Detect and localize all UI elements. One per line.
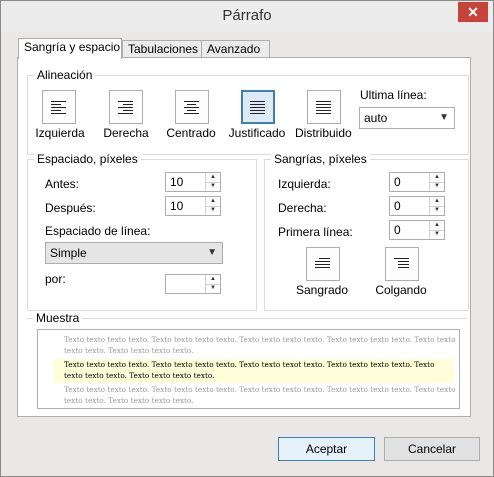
sample-text-before: Texto texto texto texto. Texto texto tex… xyxy=(64,335,456,355)
first-line-label: Primera línea: xyxy=(278,225,353,239)
spin-down-icon[interactable]: ▼ xyxy=(206,206,220,215)
first-line-indent-button[interactable] xyxy=(306,247,340,281)
align-left-button[interactable] xyxy=(42,90,76,124)
align-justify-icon xyxy=(250,101,265,116)
spin-down-icon[interactable]: ▼ xyxy=(206,182,220,191)
spin-down-icon[interactable]: ▼ xyxy=(430,230,444,239)
align-justify-label[interactable]: Justificado xyxy=(228,126,286,140)
spin-down-icon[interactable]: ▼ xyxy=(206,284,220,293)
after-label: Después: xyxy=(45,201,96,215)
align-left-label[interactable]: Izquierda xyxy=(34,126,86,140)
by-label: por: xyxy=(45,272,66,286)
align-center-label[interactable]: Centrado xyxy=(166,126,216,140)
first-line-value: 0 xyxy=(394,223,401,237)
by-spinner[interactable]: ▲ ▼ xyxy=(165,274,221,294)
spacing-group-title: Espaciado, píxeles xyxy=(34,152,141,166)
sample-preview: Texto texto texto texto. Texto texto tex… xyxy=(37,329,460,409)
tab-avanzado[interactable]: Avanzado xyxy=(201,40,270,58)
sample-text-after: Texto texto texto texto. Texto texto tex… xyxy=(64,385,456,405)
indent-left-spinner[interactable]: 0 ▲ ▼ xyxy=(389,172,445,192)
indent-right-label: Derecha: xyxy=(278,201,327,215)
first-line-spinner[interactable]: 0 ▲ ▼ xyxy=(389,220,445,240)
title-bar: Párrafo ✕ xyxy=(1,1,493,32)
spacing-group: Espaciado, píxeles Antes: 10 ▲ ▼ Después:… xyxy=(27,152,257,311)
first-line-indent-label[interactable]: Sangrado xyxy=(295,283,349,297)
chevron-down-icon: ▼ xyxy=(439,112,449,123)
line-spacing-value: Simple xyxy=(50,246,87,260)
chevron-down-icon: ▼ xyxy=(207,247,217,258)
indents-group: Sangrías, píxeles Izquierda: 0 ▲ ▼ Derech… xyxy=(264,152,469,311)
align-center-icon xyxy=(184,101,199,116)
first-line-indent-icon xyxy=(315,258,330,270)
align-center-button[interactable] xyxy=(175,90,209,124)
close-button[interactable]: ✕ xyxy=(458,2,488,22)
hanging-indent-label[interactable]: Colgando xyxy=(373,283,429,297)
tab-panel: Alineación Izquierda Derecha Centrado Ju… xyxy=(17,57,471,417)
before-label: Antes: xyxy=(45,177,80,191)
alignment-group: Alineación Izquierda Derecha Centrado Ju… xyxy=(27,68,469,155)
ok-button[interactable]: Aceptar xyxy=(278,437,375,461)
spin-down-icon[interactable]: ▼ xyxy=(430,206,444,215)
align-distributed-button[interactable] xyxy=(307,90,341,124)
last-line-select[interactable]: auto ▼ xyxy=(359,107,455,129)
line-spacing-select[interactable]: Simple ▼ xyxy=(45,242,223,264)
paragraph-dialog: Párrafo ✕ Sangría y espacio Tabulaciones… xyxy=(0,0,494,477)
sample-text-current: Texto texto texto texto. Texto texto tex… xyxy=(54,359,454,383)
tab-tabulaciones[interactable]: Tabulaciones xyxy=(122,40,205,58)
indents-group-title: Sangrías, píxeles xyxy=(271,152,370,166)
spin-down-icon[interactable]: ▼ xyxy=(430,182,444,191)
align-left-icon xyxy=(51,101,66,116)
sample-group-title: Muestra xyxy=(33,311,83,325)
align-distributed-icon xyxy=(316,101,331,116)
indent-left-value: 0 xyxy=(394,175,401,189)
hanging-indent-button[interactable] xyxy=(385,247,419,281)
after-value: 10 xyxy=(170,199,184,213)
align-right-label[interactable]: Derecha xyxy=(102,126,150,140)
after-spinner[interactable]: 10 ▲ ▼ xyxy=(165,196,221,216)
line-spacing-label: Espaciado de línea: xyxy=(45,224,151,238)
before-value: 10 xyxy=(170,175,184,189)
last-line-value: auto xyxy=(364,111,388,125)
tab-sangria-y-espacio[interactable]: Sangría y espacio xyxy=(18,38,122,59)
align-right-icon xyxy=(118,101,133,116)
last-line-label: Ultima línea: xyxy=(360,88,427,102)
align-distributed-label[interactable]: Distribuido xyxy=(295,126,352,140)
indent-right-value: 0 xyxy=(394,199,401,213)
cancel-button[interactable]: Cancelar xyxy=(384,437,480,461)
indent-right-spinner[interactable]: 0 ▲ ▼ xyxy=(389,196,445,216)
align-justify-button[interactable] xyxy=(241,90,275,124)
indent-left-label: Izquierda: xyxy=(278,177,331,191)
dialog-title: Párrafo xyxy=(222,7,272,24)
align-right-button[interactable] xyxy=(109,90,143,124)
hanging-indent-icon xyxy=(394,258,409,270)
before-spinner[interactable]: 10 ▲ ▼ xyxy=(165,172,221,192)
alignment-group-title: Alineación xyxy=(34,68,96,82)
